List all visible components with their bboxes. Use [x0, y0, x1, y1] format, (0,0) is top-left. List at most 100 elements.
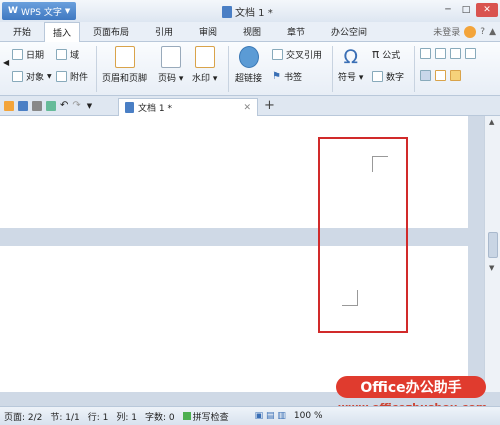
status-col: 列: 1: [116, 412, 138, 423]
field-button[interactable]: 域: [56, 48, 79, 61]
attachment-icon: [56, 71, 67, 82]
date-button[interactable]: 日期: [12, 48, 44, 61]
app-menu-button[interactable]: W WPS 文字 ▼: [2, 2, 77, 20]
maximize-icon[interactable]: □: [458, 3, 474, 17]
status-words: 字数: 0: [145, 412, 175, 423]
vertical-scrollbar[interactable]: ▲ ▼: [484, 116, 500, 392]
listbox-control-icon[interactable]: [450, 48, 461, 59]
scroll-up-icon[interactable]: ▲: [489, 118, 494, 126]
watermark-label: 水印 ▾: [192, 74, 218, 84]
highlight-box: [318, 137, 408, 333]
textbox-control-icon[interactable]: [420, 48, 431, 59]
checkbox-control-icon[interactable]: [435, 48, 446, 59]
skin-icon[interactable]: [464, 25, 477, 38]
header-footer-icon: [114, 46, 135, 68]
pi-icon: π: [372, 47, 380, 61]
chevron-down-icon: ▼: [64, 7, 71, 15]
cross-ref-button[interactable]: 交叉引用: [272, 48, 322, 61]
title-bar: W WPS 文字 ▼ 文档 1 * ─ □ ✕: [0, 0, 500, 22]
symbol-button[interactable]: Ω 符号 ▾: [338, 44, 363, 83]
object-icon: [12, 71, 23, 82]
number-icon: [372, 71, 383, 82]
tab-page-layout[interactable]: 页面布局: [80, 22, 142, 42]
window-controls: ─ □ ✕: [440, 3, 498, 17]
attachment-button[interactable]: 附件: [56, 70, 88, 83]
save-icon[interactable]: [18, 100, 28, 111]
tab-view[interactable]: 视图: [230, 22, 274, 42]
print-preview-icon[interactable]: [46, 100, 56, 111]
field-label: 域: [70, 51, 80, 61]
scroll-down-icon[interactable]: ▼: [489, 264, 494, 272]
status-section: 节: 1/1: [50, 412, 80, 423]
ribbon-scroll-left-icon[interactable]: ◀: [3, 58, 9, 67]
tab-review[interactable]: 审阅: [186, 22, 230, 42]
redo-icon[interactable]: ↷: [72, 100, 80, 111]
header-footer-button[interactable]: 页眉和页脚: [102, 46, 147, 84]
page-number-label: 页码 ▾: [158, 74, 184, 84]
tab-home[interactable]: 开始: [0, 22, 44, 42]
new-doc-icon[interactable]: [4, 100, 14, 111]
design-mode-icon[interactable]: [420, 70, 431, 81]
chevron-down-icon: ▼: [47, 73, 52, 80]
brand-watermark: Office办公助手: [336, 376, 486, 398]
object-label: 对象: [26, 73, 45, 83]
view-mode-icons[interactable]: ▣ ▤ ▥: [251, 411, 290, 421]
wps-logo-icon: W: [8, 6, 18, 16]
chevron-down-icon[interactable]: ▼: [87, 102, 92, 110]
formula-label: 公式: [382, 50, 401, 61]
tab-references[interactable]: 引用: [142, 22, 186, 42]
omega-icon: Ω: [343, 46, 358, 68]
zoom-level: 100 %: [293, 411, 323, 421]
tab-insert[interactable]: 插入: [44, 22, 80, 42]
eraser-icon[interactable]: [435, 70, 446, 81]
hyperlink-button[interactable]: 超链接: [235, 46, 262, 84]
tab-chapter[interactable]: 章节: [274, 22, 318, 42]
form-controls-row-2: [420, 70, 461, 81]
window-title: 文档 1 *: [222, 4, 273, 19]
page-number-icon: [160, 46, 181, 68]
ribbon-separator: [96, 46, 97, 92]
document-icon: [222, 5, 232, 18]
ribbon-separator: [332, 46, 333, 92]
help-icon[interactable]: ?: [480, 27, 485, 37]
calendar-icon: [12, 49, 23, 60]
watermark-icon: [194, 46, 215, 68]
bookmark-button[interactable]: ⚑ 书签: [272, 70, 302, 83]
ribbon: ◀ 日期 域 对象 ▼ 附件 页眉和页脚 页码 ▾ 水印 ▾ 超链接 交叉引用 …: [0, 42, 500, 96]
lock-icon[interactable]: [450, 70, 461, 81]
status-bar: 页面: 2/2 节: 1/1 行: 1 列: 1 字数: 0 拼写检查 ▣ ▤ …: [0, 406, 500, 425]
close-icon[interactable]: ✕: [476, 3, 498, 17]
object-button[interactable]: 对象 ▼: [12, 70, 52, 83]
document-tab[interactable]: 文档 1 * ✕: [118, 98, 258, 116]
number-button[interactable]: 数字: [372, 70, 404, 83]
document-tab-title: 文档 1 *: [138, 104, 172, 114]
grid-control-icon[interactable]: [465, 48, 476, 59]
date-label: 日期: [26, 51, 45, 61]
cross-ref-label: 交叉引用: [286, 51, 323, 61]
window-title-text: 文档 1 *: [235, 8, 273, 19]
print-icon[interactable]: [32, 100, 42, 111]
tab-office-space[interactable]: 办公空间: [318, 22, 380, 42]
number-label: 数字: [386, 73, 405, 83]
minimize-icon[interactable]: ─: [440, 3, 456, 17]
new-tab-icon[interactable]: +: [264, 98, 275, 113]
collapse-icon[interactable]: ▲: [489, 27, 496, 37]
spell-check-toggle[interactable]: 拼写检查: [179, 410, 233, 423]
bookmark-flag-icon: ⚑: [272, 71, 281, 82]
login-link[interactable]: 未登录: [433, 25, 460, 38]
attachment-label: 附件: [70, 73, 89, 83]
formula-button[interactable]: π 公式: [372, 47, 400, 61]
field-icon: [56, 49, 67, 60]
status-page: 页面: 2/2: [4, 412, 43, 423]
close-tab-icon[interactable]: ✕: [243, 103, 251, 113]
account-area: 未登录 ? ▲: [433, 25, 496, 38]
watermark-button[interactable]: 水印 ▾: [192, 46, 217, 84]
undo-icon[interactable]: ↶: [60, 100, 68, 111]
page-number-button[interactable]: 页码 ▾: [158, 46, 183, 84]
bookmark-label: 书签: [283, 73, 302, 83]
scrollbar-thumb[interactable]: [488, 232, 498, 258]
document-area[interactable]: [0, 116, 484, 392]
ribbon-separator: [228, 46, 229, 92]
hyperlink-label: 超链接: [235, 74, 263, 84]
form-controls-row-1: [420, 48, 476, 59]
